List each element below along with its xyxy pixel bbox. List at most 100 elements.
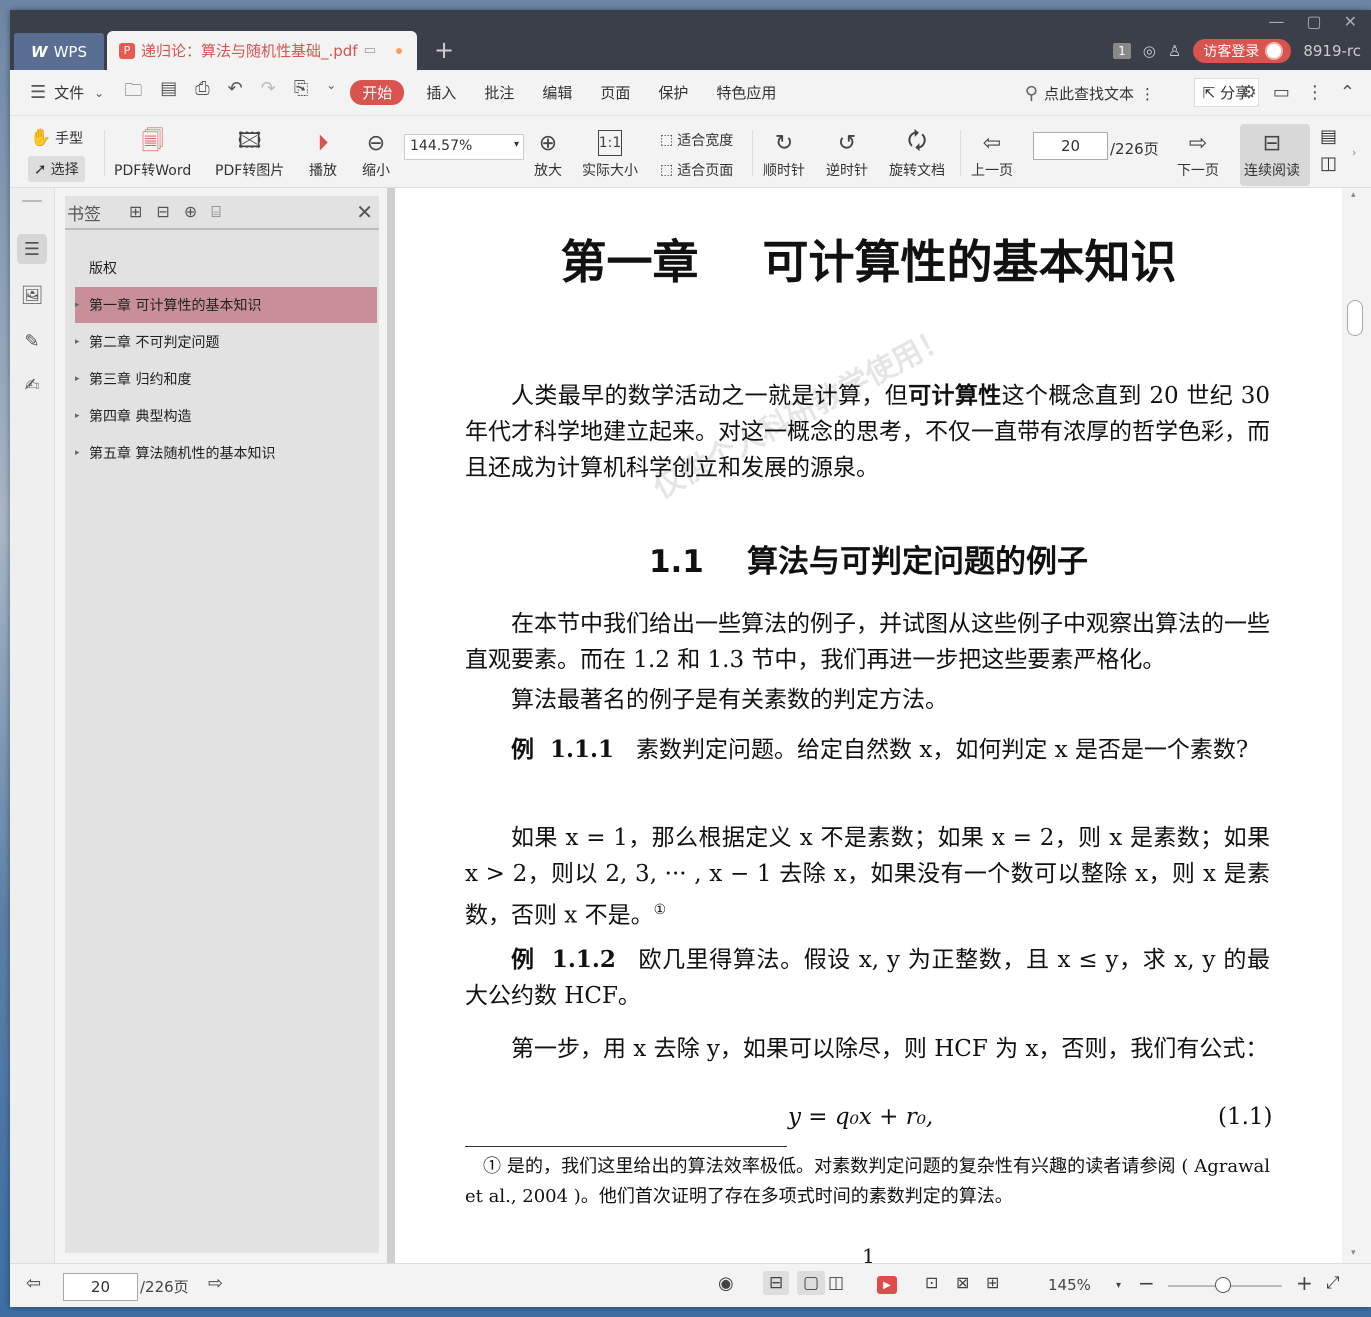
wps-home-tab[interactable]: W WPS bbox=[14, 33, 104, 70]
actual-size-status-icon[interactable]: ⊡ bbox=[925, 1273, 938, 1292]
status-page-input[interactable]: 20 bbox=[63, 1273, 138, 1301]
export-icon[interactable]: ⎘ bbox=[288, 78, 314, 108]
next-page-button[interactable]: ⇨ 下一页 bbox=[1177, 126, 1219, 180]
close-window-icon[interactable]: ✕ bbox=[1344, 12, 1357, 31]
sync-icon[interactable]: ◎ bbox=[1143, 42, 1156, 60]
eye-protection-icon[interactable]: ◉ bbox=[718, 1273, 734, 1294]
more-vertical-icon[interactable]: ⋮ bbox=[1306, 82, 1324, 103]
print-icon[interactable]: ⎙ bbox=[189, 78, 215, 108]
continuous-reading-button[interactable]: ⊟ 连续阅读 bbox=[1240, 124, 1310, 186]
fullscreen-icon[interactable]: ⤢ bbox=[1326, 1273, 1340, 1293]
continuous-view-icon[interactable]: ⊟ bbox=[763, 1271, 790, 1295]
zoom-out-button[interactable]: ⊖ 缩小 bbox=[362, 126, 390, 180]
previous-page-button[interactable]: ⇦ 上一页 bbox=[971, 126, 1013, 180]
comment-icon[interactable]: ▭ bbox=[1273, 82, 1290, 103]
play-button[interactable]: ⏵ 播放 bbox=[309, 126, 337, 180]
scrollbar-thumb[interactable] bbox=[1347, 300, 1363, 336]
status-zoom-value[interactable]: 145% bbox=[1048, 1276, 1091, 1294]
zoom-in-button[interactable]: ⊕ 放大 bbox=[534, 126, 562, 180]
bookmark-item-chapter-2[interactable]: ▸ 第二章 不可判定问题 bbox=[75, 324, 377, 360]
rotate-document-button[interactable]: 🗘 旋转文档 bbox=[889, 126, 945, 180]
collapse-ribbon-icon[interactable]: ⌃ bbox=[1340, 82, 1355, 103]
settings-gear-icon[interactable]: ⚙ bbox=[1241, 82, 1257, 103]
expand-arrow-icon[interactable]: ▸ bbox=[75, 411, 89, 421]
fit-page-status-icon[interactable]: ⊠ bbox=[956, 1273, 969, 1292]
maximize-icon[interactable]: ▢ bbox=[1306, 12, 1321, 31]
save-icon[interactable]: ▤ bbox=[154, 78, 183, 108]
open-folder-icon[interactable]: 🗀 bbox=[118, 78, 148, 108]
bookmark-item-chapter-5[interactable]: ▸ 第五章 算法随机性的基本知识 bbox=[75, 435, 377, 471]
file-menu[interactable]: 文件 bbox=[52, 82, 88, 103]
expand-arrow-icon[interactable]: ▸ bbox=[75, 374, 89, 384]
expand-arrow-icon[interactable]: ▸ bbox=[75, 300, 89, 310]
expand-all-icon[interactable]: ⊞ bbox=[129, 202, 142, 222]
page-number-input[interactable]: 20 bbox=[1033, 132, 1108, 160]
bookmark-item-chapter-3[interactable]: ▸ 第三章 归约和度 bbox=[75, 361, 377, 397]
document-tab[interactable]: P 递归论：算法与随机性基础_.pdf ▭ bbox=[107, 31, 417, 70]
status-next-page-icon[interactable]: ⇨ bbox=[208, 1273, 223, 1294]
annotation-pen-icon[interactable]: ✎ bbox=[17, 326, 47, 356]
select-tool-button[interactable]: ➚ 选择 bbox=[28, 156, 85, 182]
rotate-clockwise-button[interactable]: ↻ 顺时针 bbox=[763, 126, 805, 180]
signature-icon[interactable]: ✍ bbox=[17, 370, 47, 400]
menu-features[interactable]: 特色应用 bbox=[702, 82, 790, 103]
scroll-up-icon[interactable]: ▴ bbox=[1351, 190, 1356, 200]
play-slideshow-icon[interactable]: ▶ bbox=[877, 1276, 897, 1294]
footnote-ref[interactable]: ① bbox=[654, 902, 667, 918]
collapse-all-icon[interactable]: ⊟ bbox=[156, 202, 169, 222]
thumbnail-image-icon[interactable]: 🖼 bbox=[17, 280, 47, 310]
single-page-view-button[interactable]: ▤ ◫ bbox=[1320, 126, 1337, 174]
document-viewport[interactable]: 第一章 可计算性的基本知识 仅供个人科研教学使用！ 人类最早的数学活动之一就是计… bbox=[395, 188, 1342, 1263]
two-page-view-icon[interactable]: ◫ bbox=[828, 1273, 844, 1293]
menu-annotate[interactable]: 批注 bbox=[470, 82, 528, 103]
chevron-down-icon[interactable]: ⌄ bbox=[88, 86, 110, 100]
zoom-dropdown-icon[interactable]: ▾ bbox=[1116, 1280, 1121, 1291]
rotate-counterclockwise-icon: ↺ bbox=[837, 130, 857, 156]
close-icon[interactable]: ✕ bbox=[356, 200, 373, 224]
more-dots-icon[interactable]: ⋮ bbox=[1140, 85, 1155, 103]
bookmark-item-chapter-1[interactable]: ▸ 第一章 可计算性的基本知识 bbox=[75, 287, 377, 323]
pdf-to-image-button[interactable]: 🖾 PDF转图片 bbox=[215, 126, 284, 180]
fit-width-button[interactable]: ⬚ 适合宽度 bbox=[660, 130, 733, 150]
bookmark-item-chapter-4[interactable]: ▸ 第四章 典型构造 bbox=[75, 398, 377, 434]
vertical-scrollbar[interactable]: ▴ ▾ bbox=[1342, 188, 1371, 1263]
bookmark-settings-icon[interactable]: ⌸ bbox=[211, 202, 221, 222]
login-button[interactable]: 访客登录 bbox=[1193, 39, 1292, 63]
new-tab-plus-icon[interactable]: + bbox=[434, 36, 454, 64]
zoom-select[interactable]: 144.57% ▾ bbox=[404, 134, 524, 160]
fit-width-status-icon[interactable]: ⊞ bbox=[986, 1273, 999, 1292]
menu-page[interactable]: 页面 bbox=[586, 82, 644, 103]
more-quick-access-icon[interactable]: ⌄ bbox=[320, 78, 342, 108]
redo-icon[interactable]: ↷ bbox=[255, 78, 282, 108]
zoom-slider-knob[interactable] bbox=[1215, 1277, 1231, 1293]
minimize-icon[interactable]: — bbox=[1268, 12, 1284, 31]
window-count-badge[interactable]: 1 bbox=[1113, 43, 1131, 59]
bookmark-panel-icon[interactable]: ☰ bbox=[17, 234, 47, 264]
scroll-down-icon[interactable]: ▾ bbox=[1351, 1248, 1356, 1258]
expand-arrow-icon[interactable]: ▸ bbox=[75, 448, 89, 458]
expand-arrow-icon[interactable]: ▸ bbox=[75, 337, 89, 347]
menu-insert[interactable]: 插入 bbox=[412, 82, 470, 103]
actual-size-button[interactable]: 1:1 实际大小 bbox=[582, 126, 638, 180]
menu-start[interactable]: 开始 bbox=[350, 80, 405, 105]
two-page-icon[interactable]: ◫ bbox=[1320, 153, 1337, 174]
toolbar-more-icon[interactable]: › bbox=[1352, 146, 1356, 159]
status-prev-page-icon[interactable]: ⇦ bbox=[26, 1273, 41, 1294]
hand-tool-button[interactable]: ✋ 手型 bbox=[30, 128, 83, 148]
menu-edit[interactable]: 编辑 bbox=[528, 82, 586, 103]
zoom-plus-icon[interactable]: + bbox=[1296, 1271, 1313, 1295]
zoom-in-label: 放大 bbox=[534, 163, 562, 179]
hamburger-menu-icon[interactable]: ☰ bbox=[24, 82, 52, 103]
undo-icon[interactable]: ↶ bbox=[222, 78, 249, 108]
pdf-to-word-button[interactable]: 🗐 PDF转Word bbox=[114, 126, 191, 180]
fit-page-button[interactable]: ⬚ 适合页面 bbox=[660, 160, 733, 180]
panel-splitter[interactable] bbox=[387, 188, 395, 1263]
skin-icon[interactable]: ♙ bbox=[1168, 42, 1181, 60]
zoom-minus-icon[interactable]: − bbox=[1138, 1271, 1155, 1295]
single-page-view-icon[interactable]: ▢ bbox=[797, 1271, 826, 1295]
menu-protect[interactable]: 保护 bbox=[644, 82, 702, 103]
find-text-button[interactable]: ⚲ 点此查找文本 ⋮ bbox=[1025, 83, 1155, 104]
rotate-counterclockwise-button[interactable]: ↺ 逆时针 bbox=[826, 126, 868, 180]
bookmark-item-copyright[interactable]: 版权 bbox=[75, 250, 377, 286]
add-bookmark-icon[interactable]: ⊕ bbox=[184, 202, 197, 222]
